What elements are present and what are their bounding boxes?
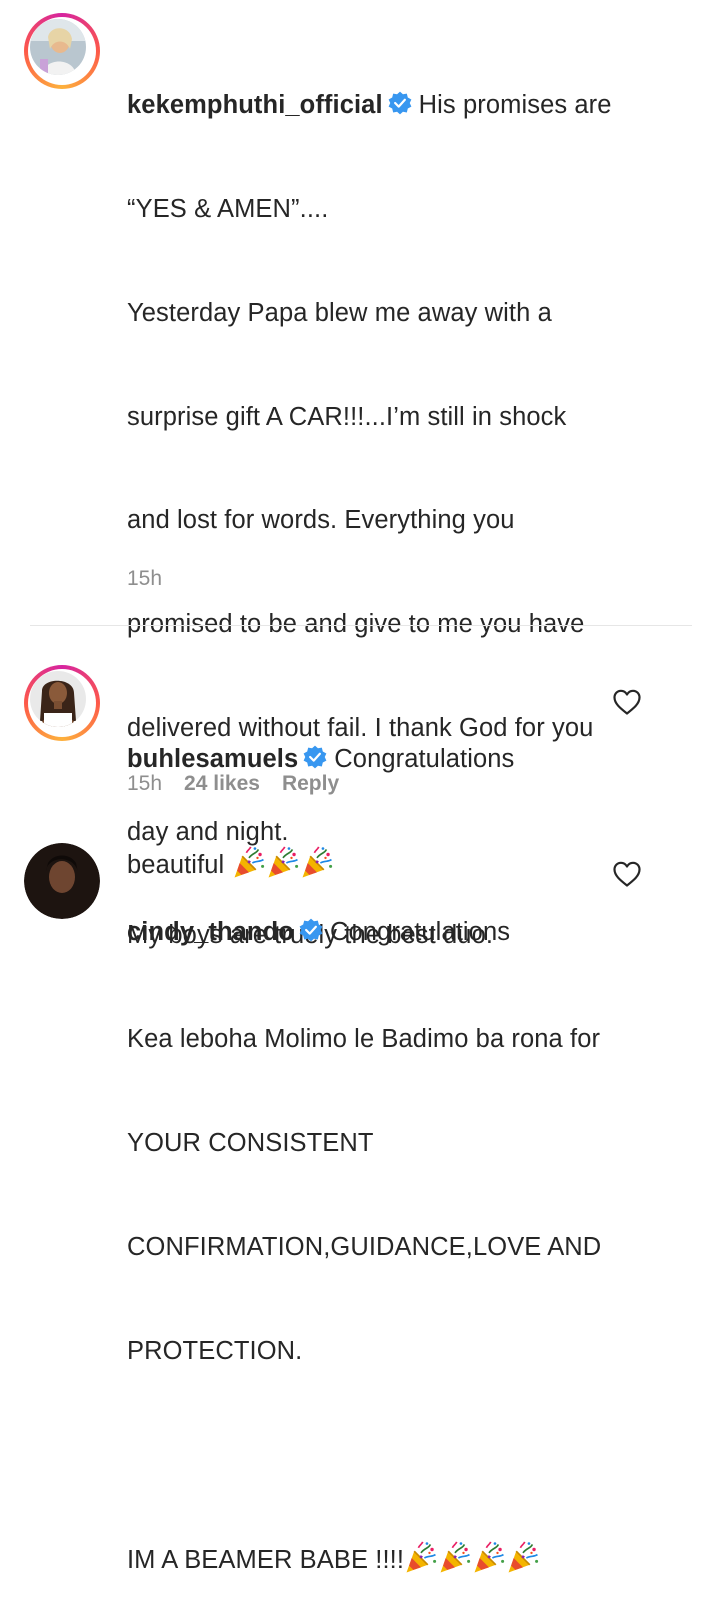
likes-count-link[interactable]: 24 likes <box>184 772 260 795</box>
username-kekemphuthi[interactable]: kekemphuthi_official <box>127 91 383 119</box>
comment-line: Kea leboha Molimo le Badimo ba rona for <box>127 1025 601 1054</box>
party-popper-icon <box>472 1541 506 1575</box>
comment-line: His promises are <box>418 91 612 120</box>
comment-line: and lost for words. Everything you <box>127 506 515 535</box>
comment-timestamp: 15h <box>127 772 163 795</box>
username-cindy-thando[interactable]: cindy_thando <box>127 918 294 946</box>
comment-line: Yesterday Papa blew me away with a <box>127 298 552 327</box>
like-heart-icon[interactable] <box>612 860 642 888</box>
verified-badge-icon <box>298 918 324 944</box>
avatar-buhlesamuels[interactable] <box>24 665 100 741</box>
reply-button[interactable]: Reply <box>282 772 339 795</box>
comment-meta-buhlesamuels: 15h 24 likes Reply <box>127 772 361 796</box>
comment-meta-kekemphuthi: 15h <box>127 567 184 591</box>
comment-line: Congratulations <box>334 745 515 774</box>
party-popper-icon <box>506 1541 540 1575</box>
avatar-kekemphuthi[interactable] <box>24 13 100 89</box>
verified-badge-icon <box>302 745 328 771</box>
username-buhlesamuels[interactable]: buhlesamuels <box>127 745 298 773</box>
comment-line: PROTECTION. <box>127 1336 303 1365</box>
verified-badge-icon <box>387 91 413 117</box>
avatar-cindy-thando[interactable] <box>24 843 100 919</box>
comment-line: surprise gift A CAR!!!...I’m still in sh… <box>127 402 567 431</box>
party-popper-icon <box>438 1541 472 1575</box>
comment-body-cindy-thando: cindy_thando Congratulations <box>127 846 667 984</box>
comment-line: CONFIRMATION,GUIDANCE,LOVE AND <box>127 1232 602 1261</box>
comment-line: YOUR CONSISTENT <box>127 1129 374 1157</box>
like-heart-icon[interactable] <box>612 688 642 716</box>
comment-line: “YES & AMEN”.... <box>127 194 329 223</box>
party-popper-icon <box>404 1541 438 1575</box>
comment-line-blank <box>127 1437 667 1472</box>
comment-timestamp: 15h <box>127 567 163 590</box>
comment-line: Congratulations <box>329 918 511 947</box>
comment-line: IM A BEAMER BABE !!!! <box>127 1546 405 1575</box>
comment-divider <box>30 625 692 626</box>
